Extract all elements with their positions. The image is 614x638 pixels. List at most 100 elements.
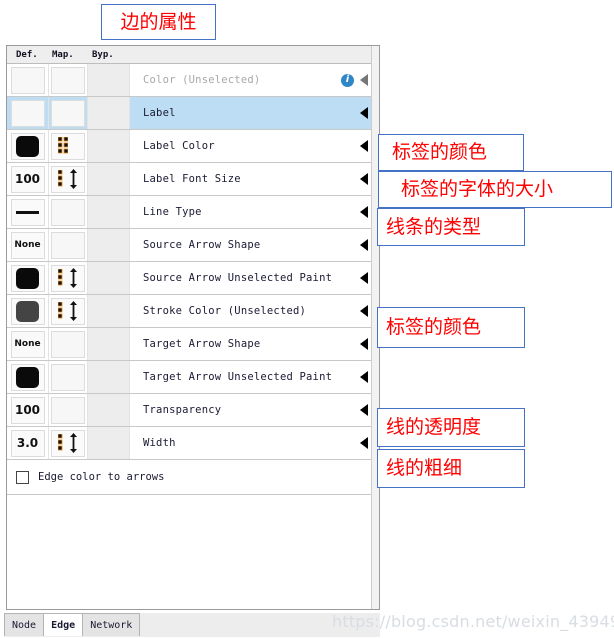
expand-arrow-icon[interactable] [360,239,368,251]
default-value-empty[interactable] [10,99,45,127]
cell-default-label-color[interactable] [7,130,49,162]
cell-default-color-unselected[interactable] [7,64,49,96]
expand-arrow-icon[interactable] [360,140,368,152]
property-row-width[interactable]: 3.0 Width [7,427,379,460]
property-label: Label [143,107,176,119]
annotation-text: 线的透明度 [386,416,482,438]
cell-mapping-label-color[interactable] [49,130,88,162]
default-value-color-swatch[interactable] [10,363,45,391]
property-row-stroke-color-unselected[interactable]: Stroke Color (Unselected) [7,295,379,328]
expand-arrow-icon[interactable] [360,74,368,86]
property-row-label-font-size[interactable]: 100 Label Font Size [7,163,379,196]
property-row-line-type[interactable]: Line Type [7,196,379,229]
default-value-empty[interactable] [10,66,45,94]
cell-mapping-label-font-size[interactable] [49,163,88,195]
cell-default-stroke-color-unselected[interactable] [7,295,49,327]
annotation-text: 线条的类型 [386,215,482,238]
cell-bypass-line-type[interactable] [88,196,130,228]
cell-default-target-arrow-unselected-paint[interactable] [7,361,49,393]
cell-mapping-color-unselected[interactable] [49,64,88,96]
property-row-source-arrow-shape[interactable]: None Source Arrow Shape [7,229,379,262]
cell-mapping-line-type[interactable] [49,196,88,228]
default-value-line-sample[interactable] [10,198,45,226]
property-row-target-arrow-shape[interactable]: None Target Arrow Shape [7,328,379,361]
cell-mapping-target-arrow-shape[interactable] [49,328,88,360]
expand-arrow-icon[interactable] [360,206,368,218]
cell-mapping-source-arrow-unselected-paint[interactable] [49,262,88,294]
cell-mapping-transparency[interactable] [49,394,88,426]
mapping-continuous-icon[interactable] [51,429,85,457]
info-icon[interactable]: i [341,73,354,87]
cell-bypass-source-arrow-unselected-paint[interactable] [88,262,130,294]
mapping-empty[interactable] [51,330,85,358]
cell-bypass-label-font-size[interactable] [88,163,130,195]
default-value-color-swatch[interactable] [10,264,45,292]
property-label: Source Arrow Shape [143,239,261,251]
expand-arrow-icon[interactable] [360,173,368,185]
property-row-target-arrow-unselected-paint[interactable]: Target Arrow Unselected Paint [7,361,379,394]
cell-default-label[interactable] [7,97,49,129]
mapping-continuous-icon[interactable] [51,264,85,292]
edge-color-to-arrows-checkbox[interactable] [16,470,29,484]
annotation-text: 线的粗细 [386,457,463,479]
cell-bypass-transparency[interactable] [88,394,130,426]
default-value-color-swatch[interactable] [10,132,45,160]
cell-bypass-target-arrow-shape[interactable] [88,328,130,360]
cell-default-line-type[interactable] [7,196,49,228]
expand-arrow-icon[interactable] [360,305,368,317]
mapping-empty[interactable] [51,396,85,424]
cell-default-width[interactable]: 3.0 [7,427,49,459]
annotation-text: 标签的颜色 [392,141,488,163]
annotation-label-color-1: 标签的颜色 [378,134,524,171]
property-row-label[interactable]: Label [7,97,379,130]
mapping-empty[interactable] [51,198,85,226]
mapping-continuous-icon[interactable] [51,165,85,193]
annotation-label-color-2: 标签的颜色 [377,307,525,348]
cell-mapping-target-arrow-unselected-paint[interactable] [49,361,88,393]
cell-mapping-label[interactable] [49,97,88,129]
cell-bypass-label-color[interactable] [88,130,130,162]
cell-default-transparency[interactable]: 100 [7,394,49,426]
cell-default-target-arrow-shape[interactable]: None [7,328,49,360]
property-label: Source Arrow Unselected Paint [143,272,333,284]
mapping-continuous-icon[interactable] [51,297,85,325]
default-value-number[interactable]: 100 [10,165,45,193]
default-value-number[interactable]: 100 [10,396,45,424]
cell-default-label-font-size[interactable]: 100 [7,163,49,195]
cell-bypass-stroke-color-unselected[interactable] [88,295,130,327]
mapping-empty[interactable] [51,231,85,259]
cell-bypass-label[interactable] [88,97,130,129]
edge-color-to-arrows-row[interactable]: Edge color to arrows [7,460,379,495]
cell-mapping-source-arrow-shape[interactable] [49,229,88,261]
tab-network[interactable]: Network [82,613,141,636]
cell-mapping-stroke-color-unselected[interactable] [49,295,88,327]
mapping-discrete-icon[interactable] [51,132,85,160]
default-value-text[interactable]: None [10,231,45,259]
property-row-transparency[interactable]: 100 Transparency [7,394,379,427]
mapping-empty[interactable] [51,363,85,391]
cell-bypass-target-arrow-unselected-paint[interactable] [88,361,130,393]
cell-default-source-arrow-unselected-paint[interactable] [7,262,49,294]
cell-bypass-color-unselected[interactable] [88,64,130,96]
panel-empty-area [7,495,379,591]
cell-bypass-width[interactable] [88,427,130,459]
property-row-label-color[interactable]: Label Color [7,130,379,163]
expand-arrow-icon[interactable] [360,371,368,383]
expand-arrow-icon[interactable] [360,404,368,416]
mapping-empty[interactable] [51,66,85,94]
expand-arrow-icon[interactable] [360,338,368,350]
cell-mapping-width[interactable] [49,427,88,459]
default-value-number[interactable]: 3.0 [10,429,45,457]
property-row-source-arrow-unselected-paint[interactable]: Source Arrow Unselected Paint [7,262,379,295]
cell-default-source-arrow-shape[interactable]: None [7,229,49,261]
property-row-color-unselected[interactable]: Color (Unselected) i [7,64,379,97]
expand-arrow-icon[interactable] [360,107,368,119]
cell-bypass-source-arrow-shape[interactable] [88,229,130,261]
expand-arrow-icon[interactable] [360,437,368,449]
tab-edge[interactable]: Edge [43,613,84,636]
tab-node[interactable]: Node [4,613,45,636]
expand-arrow-icon[interactable] [360,272,368,284]
default-value-text[interactable]: None [10,330,45,358]
default-value-color-swatch[interactable] [10,297,45,325]
mapping-empty[interactable] [51,99,85,127]
